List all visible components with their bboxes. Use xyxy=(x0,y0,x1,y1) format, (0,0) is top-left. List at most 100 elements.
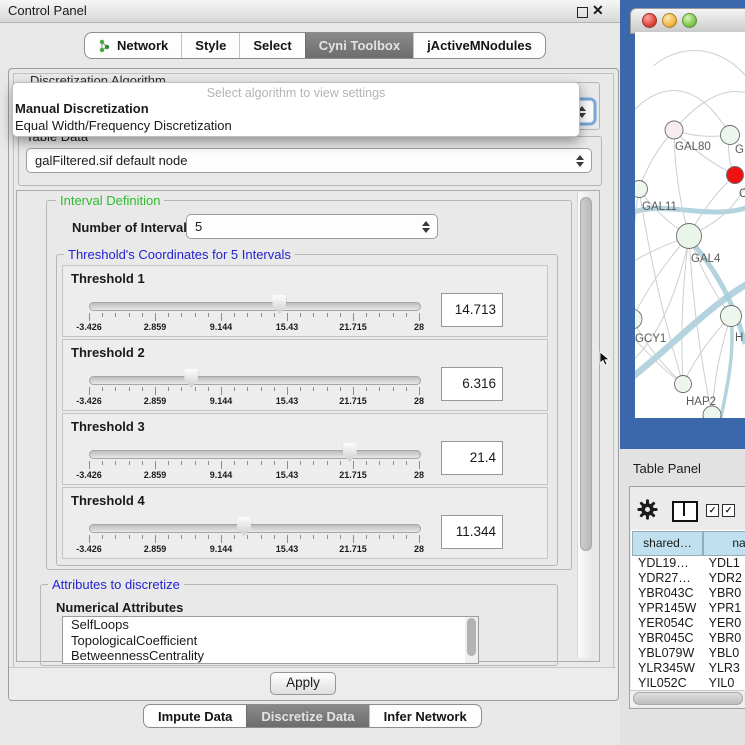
slider-tick-marks xyxy=(89,461,419,469)
cell-shared-name: YBR045C xyxy=(631,631,703,646)
table-row[interactable]: YLR345WYLR3 xyxy=(631,661,745,676)
tab-select[interactable]: Select xyxy=(239,33,304,58)
table-row[interactable]: YIL052CYIL0 xyxy=(631,676,745,690)
cell-name: YBR0 xyxy=(703,631,745,646)
bottom-tab-discretize-data[interactable]: Discretize Data xyxy=(246,705,368,727)
network-edge xyxy=(674,92,745,130)
network-node-c[interactable] xyxy=(727,167,744,184)
network-edge xyxy=(682,236,689,384)
attribute-item-topologicalcoefficient[interactable]: TopologicalCoefficient xyxy=(63,633,465,649)
bottom-tab-impute-data[interactable]: Impute Data xyxy=(144,705,246,727)
tab-label: Impute Data xyxy=(158,709,232,724)
table-row[interactable]: YER054CYER0 xyxy=(631,616,745,631)
threshold-value-field[interactable]: 6.316 xyxy=(441,367,503,401)
algorithm-option-manual-discretization[interactable]: Manual Discretization xyxy=(13,101,579,118)
float-window-icon[interactable] xyxy=(577,7,588,18)
table-row[interactable]: YBR045CYBR0 xyxy=(631,631,745,646)
minimize-traffic-light[interactable] xyxy=(662,13,677,28)
node-label: GCY1 xyxy=(635,333,666,345)
table-row[interactable]: YBR043CYBR0 xyxy=(631,586,745,601)
network-edge xyxy=(635,283,745,378)
network-edge xyxy=(653,50,745,80)
spinner-arrows-icon xyxy=(421,221,429,233)
threshold-slider-handle[interactable] xyxy=(237,517,251,536)
table-row[interactable]: YDL19…YDL1 xyxy=(631,556,745,571)
slider-tick-labels: -3.4262.8599.14415.4321.71528 xyxy=(89,470,419,480)
attribute-item-selfloops[interactable]: SelfLoops xyxy=(63,617,465,633)
threshold-slider-track[interactable] xyxy=(89,450,421,459)
node-label: GAL80 xyxy=(675,141,711,153)
threshold-slider-track[interactable] xyxy=(89,302,421,311)
threshold-slider-handle[interactable] xyxy=(343,443,357,462)
table-row[interactable]: YBL079WYBL0 xyxy=(631,646,745,661)
cell-shared-name: YDR27… xyxy=(631,571,703,586)
table-data-combo[interactable]: galFiltered.sif default node xyxy=(26,148,592,173)
slider-tick-marks xyxy=(89,535,419,543)
network-node-h[interactable] xyxy=(721,306,742,327)
threshold-slider-handle[interactable] xyxy=(184,369,198,388)
tab-style[interactable]: Style xyxy=(181,33,239,58)
network-node-hap2[interactable] xyxy=(675,376,692,393)
cell-name: YIL0 xyxy=(703,676,745,690)
cell-shared-name: YER054C xyxy=(631,616,703,631)
threshold-title: Threshold 4 xyxy=(71,493,145,508)
node-label: G xyxy=(735,144,744,156)
threshold-slider-track[interactable] xyxy=(89,376,421,385)
cell-name: YPR1 xyxy=(703,601,745,616)
popup-hint: Select algorithm to view settings xyxy=(13,83,579,101)
column-header-name[interactable]: na xyxy=(703,531,745,556)
tab-cyni-toolbox[interactable]: Cyni Toolbox xyxy=(305,33,413,58)
close-icon[interactable]: ✕ xyxy=(592,2,604,19)
threshold-slider-track[interactable] xyxy=(89,524,421,533)
threshold-title: Threshold 2 xyxy=(71,345,145,360)
table-row[interactable]: YPR145WYPR1 xyxy=(631,601,745,616)
threshold-value-field[interactable]: 11.344 xyxy=(441,515,503,549)
network-node-g[interactable] xyxy=(721,126,740,145)
gear-icon[interactable] xyxy=(637,499,658,520)
threshold-value-field[interactable]: 14.713 xyxy=(441,293,503,327)
threshold-slider-handle[interactable] xyxy=(272,295,286,314)
apply-button[interactable]: Apply xyxy=(270,672,336,695)
zoom-traffic-light[interactable] xyxy=(682,13,697,28)
checkbox-icon[interactable]: ✓ xyxy=(706,504,719,517)
stepper-arrows-icon xyxy=(575,155,583,167)
table-row[interactable]: YDR27…YDR2 xyxy=(631,571,745,586)
interval-definition-label: Interval Definition xyxy=(56,194,164,208)
slider-tick-labels: -3.4262.8599.14415.4321.71528 xyxy=(89,544,419,554)
node-label: GAL11 xyxy=(642,201,677,213)
column-layout-icon[interactable] xyxy=(672,501,698,522)
threshold-value-field[interactable]: 21.4 xyxy=(441,441,503,475)
attribute-item-betweennesscentrality[interactable]: BetweennessCentrality xyxy=(63,648,465,664)
network-canvas[interactable]: GAL80GCGAL11GAL4GCY1HHAP2 xyxy=(635,32,745,418)
node-label: H xyxy=(735,332,743,344)
network-node-gal80[interactable] xyxy=(665,121,683,139)
tab-jactivemnodules[interactable]: jActiveMNodules xyxy=(413,33,545,58)
network-node-gal11[interactable] xyxy=(635,181,648,198)
number-of-intervals-value: 5 xyxy=(195,219,202,234)
network-node-gal4[interactable] xyxy=(677,224,702,249)
algorithm-option-equal-width-frequency-discretization[interactable]: Equal Width/Frequency Discretization xyxy=(13,118,579,135)
horizontal-scrollbar-thumb[interactable] xyxy=(633,692,743,705)
threshold-panel-2: Threshold 2 -3.4262.8599.14415.4321.71528… xyxy=(62,339,548,411)
bottom-tab-bar: Impute Data Discretize DataInfer Network xyxy=(143,704,482,728)
tab-network[interactable]: Network xyxy=(85,33,181,58)
close-traffic-light[interactable] xyxy=(642,13,657,28)
attributes-list-scrollbar-thumb[interactable] xyxy=(467,618,476,656)
column-header-shared[interactable]: shared… xyxy=(632,531,703,556)
cell-shared-name: YBR043C xyxy=(631,586,703,601)
cell-name: YDL1 xyxy=(703,556,745,571)
attributes-group-label: Attributes to discretize xyxy=(48,578,184,592)
cell-name: YDR2 xyxy=(703,571,745,586)
tab-label: Cyni Toolbox xyxy=(319,38,400,53)
numerical-attributes-list[interactable]: SelfLoopsTopologicalCoefficientBetweenne… xyxy=(62,616,466,664)
network-node-gcy1[interactable] xyxy=(635,309,642,329)
table-rows: YDL19…YDL1YDR27…YDR2YBR043CYBR0YPR145WYP… xyxy=(631,556,745,690)
threshold-title: Threshold 3 xyxy=(71,419,145,434)
checkbox-icon[interactable]: ✓ xyxy=(722,504,735,517)
cell-name: YBL0 xyxy=(703,646,745,661)
number-of-intervals-spinner[interactable]: 5 xyxy=(186,214,438,239)
vertical-scrollbar-thumb[interactable] xyxy=(580,197,592,551)
slider-tick-labels: -3.4262.8599.14415.4321.71528 xyxy=(89,396,419,406)
network-edge xyxy=(639,130,674,189)
bottom-tab-infer-network[interactable]: Infer Network xyxy=(369,705,481,727)
